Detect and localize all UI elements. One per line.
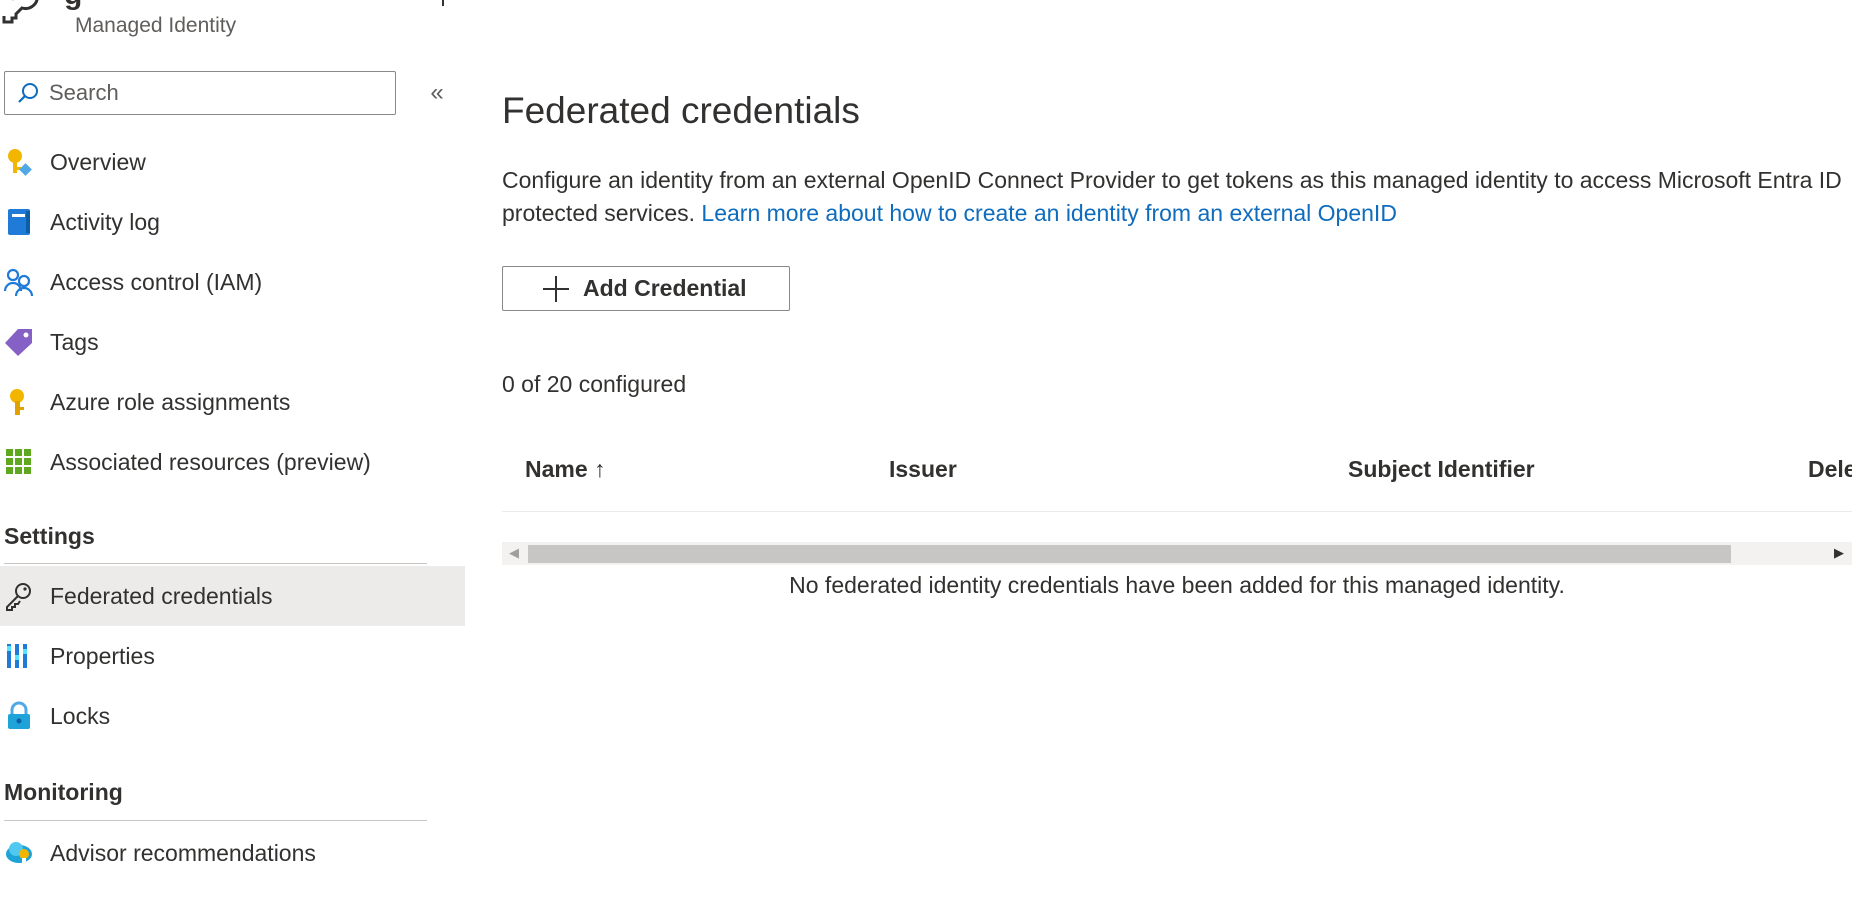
lock-icon	[2, 699, 36, 733]
learn-more-link[interactable]: Learn more about how to create an identi…	[701, 200, 1397, 226]
people-icon	[2, 265, 36, 299]
add-credential-label: Add Credential	[583, 275, 747, 301]
sidebar-item-label: Properties	[50, 642, 155, 669]
sidebar-item-label: Locks	[50, 702, 111, 729]
scroll-right-icon[interactable]: ▶	[1829, 543, 1849, 563]
search-input[interactable]	[49, 78, 379, 108]
table-header-divider	[502, 511, 1852, 512]
plus-icon	[543, 275, 569, 302]
tag-icon	[2, 325, 36, 359]
sidebar-item-locks[interactable]: Locks	[0, 686, 465, 746]
settings-section-title: Settings	[4, 523, 95, 549]
sidebar-item-advisor-recommendations[interactable]: Advisor recommendations	[0, 823, 465, 883]
sidebar-search-box[interactable]	[4, 71, 396, 115]
sidebar-item-activity-log[interactable]: Activity log	[0, 192, 465, 252]
description-text: Configure an identity from an external O…	[502, 164, 1842, 230]
sidebar-item-label: Advisor recommendations	[50, 839, 316, 866]
advisor-cloud-icon	[2, 836, 36, 870]
sidebar-item-tags[interactable]: Tags	[0, 312, 465, 372]
configured-count: 0 of 20 configured	[502, 371, 687, 397]
page-header-title-fragment: g	[64, 0, 82, 12]
sidebar-item-label: Azure role assignments	[50, 388, 291, 415]
settings-divider	[4, 563, 427, 564]
grid-icon	[2, 445, 36, 479]
key-outline-icon	[2, 0, 39, 24]
sidebar-item-associated-resources[interactable]: Associated resources (preview)	[0, 432, 465, 492]
sidebar-item-label: Tags	[50, 328, 99, 355]
sidebar-item-label: Associated resources (preview)	[50, 448, 371, 475]
header-divider	[442, 0, 444, 6]
add-credential-button[interactable]: Add Credential	[502, 266, 790, 311]
page-title: Federated credentials	[502, 90, 860, 131]
sidebar-item-azure-role-assignments[interactable]: Azure role assignments	[0, 372, 465, 432]
column-header-subject-identifier[interactable]: Subject Identifier	[1348, 456, 1535, 483]
key-outline-icon	[2, 579, 36, 613]
key-icon	[2, 385, 36, 419]
sidebar-item-label: Activity log	[50, 208, 160, 235]
monitoring-section-title: Monitoring	[4, 779, 123, 805]
sidebar-item-label: Overview	[50, 148, 146, 175]
sidebar-item-label: Access control (IAM)	[50, 268, 263, 295]
sidebar-item-federated-credentials[interactable]: Federated credentials	[0, 566, 465, 626]
horizontal-scrollbar-thumb[interactable]	[528, 545, 1731, 563]
collapse-sidebar-button[interactable]: «	[424, 80, 450, 106]
managed-identity-overview-icon	[2, 145, 36, 179]
column-header-delete[interactable]: Dele	[1808, 456, 1852, 483]
sidebar-item-label: Federated credentials	[50, 582, 273, 609]
empty-table-message: No federated identity credentials have b…	[789, 572, 1565, 598]
column-header-issuer[interactable]: Issuer	[889, 456, 957, 483]
monitoring-divider	[4, 820, 427, 821]
scroll-left-icon[interactable]: ◀	[504, 543, 524, 563]
search-icon	[18, 83, 38, 103]
sidebar-item-access-control[interactable]: Access control (IAM)	[0, 252, 465, 312]
activity-log-icon	[2, 205, 36, 239]
resource-type-subtitle: Managed Identity	[75, 14, 237, 37]
properties-icon	[2, 639, 36, 673]
sidebar-item-properties[interactable]: Properties	[0, 626, 465, 686]
column-header-name[interactable]: Name ↑	[525, 456, 606, 483]
sidebar-item-overview[interactable]: Overview	[0, 132, 465, 192]
